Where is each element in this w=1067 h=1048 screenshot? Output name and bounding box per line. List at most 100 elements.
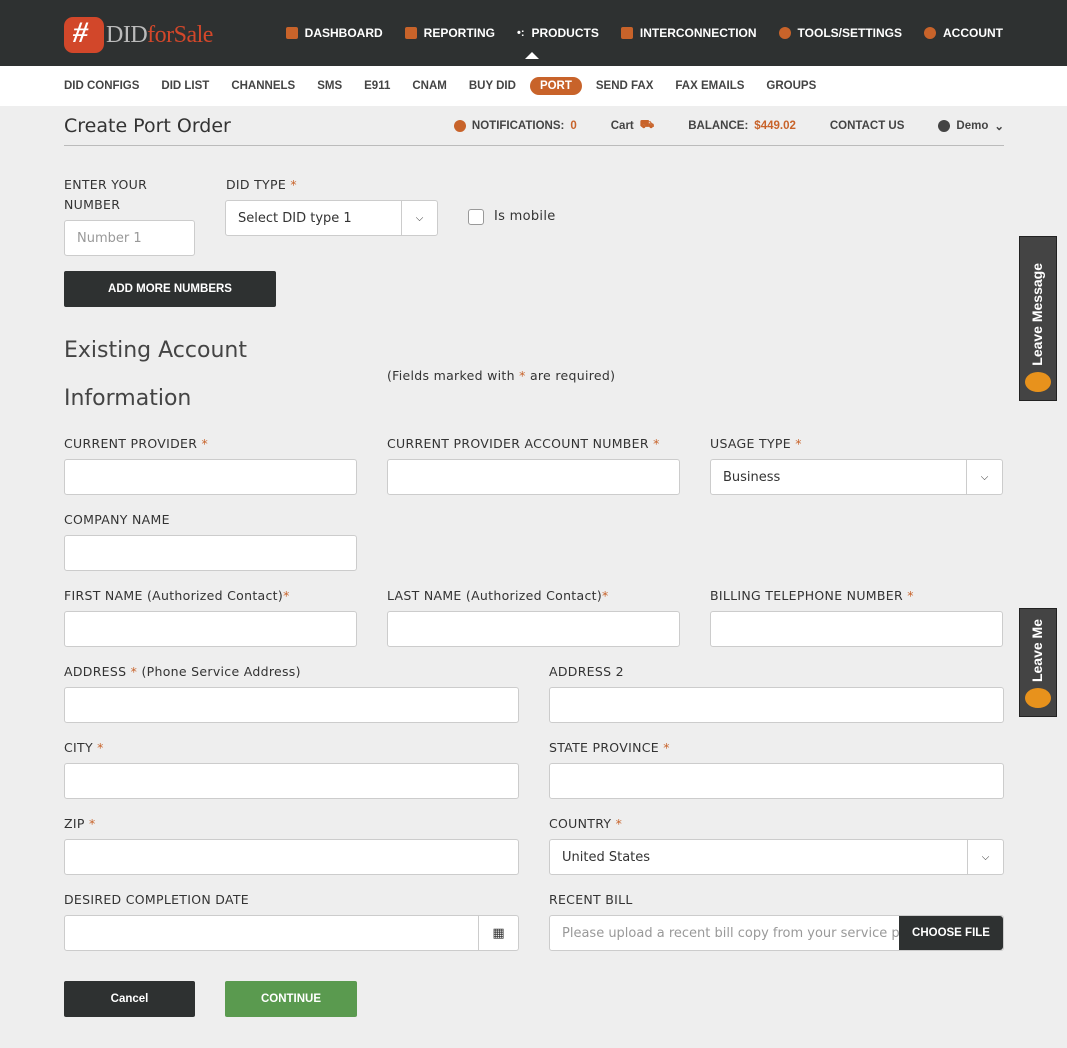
cart-link[interactable]: Cart ⛟ bbox=[611, 118, 654, 133]
dots-icon: •: bbox=[517, 27, 525, 39]
subnav-groups[interactable]: GROUPS bbox=[766, 77, 816, 95]
nav-label: TOOLS/SETTINGS bbox=[797, 26, 902, 40]
city-input[interactable] bbox=[64, 763, 519, 799]
zip-label: ZIP * bbox=[64, 816, 96, 831]
user-name: Demo bbox=[956, 119, 989, 132]
recent-bill-file-input[interactable]: Please upload a recent bill copy from yo… bbox=[549, 915, 1004, 951]
account-number-input[interactable] bbox=[387, 459, 680, 495]
first-name-label: FIRST NAME (Authorized Contact)* bbox=[64, 588, 290, 603]
nav-label: ACCOUNT bbox=[943, 26, 1003, 40]
chevron-down-icon: ⌵ bbox=[401, 201, 437, 235]
nav-tools-settings[interactable]: TOOLS/SETTINGS bbox=[778, 26, 902, 40]
section-heading: Information bbox=[64, 386, 192, 411]
chevron-down-icon: ⌵ bbox=[967, 840, 1003, 874]
company-name-label: COMPANY NAME bbox=[64, 512, 170, 527]
nav-account[interactable]: ACCOUNT bbox=[924, 26, 1003, 40]
account-number-label: CURRENT PROVIDER ACCOUNT NUMBER * bbox=[387, 436, 660, 451]
logo[interactable]: DIDforSale bbox=[64, 17, 213, 53]
subnav-sms[interactable]: SMS bbox=[317, 77, 342, 95]
nav-label: REPORTING bbox=[423, 26, 495, 40]
recent-bill-label: RECENT BILL bbox=[549, 892, 633, 907]
logo-text: forSale bbox=[147, 21, 213, 48]
subnav-channels[interactable]: CHANNELS bbox=[231, 77, 295, 95]
balance: BALANCE: $449.02 bbox=[688, 120, 796, 132]
billing-tn-label: BILLING TELEPHONE NUMBER * bbox=[710, 588, 914, 603]
sub-nav: DID CONFIGS DID LIST CHANNELS SMS E911 C… bbox=[0, 66, 1067, 106]
nav-interconnection[interactable]: INTERCONNECTION bbox=[620, 26, 757, 40]
info-icon bbox=[453, 119, 466, 132]
usage-type-select[interactable]: Business ⌵ bbox=[710, 459, 1003, 495]
logo-text: DID bbox=[106, 21, 148, 48]
is-mobile-checkbox[interactable] bbox=[468, 209, 484, 225]
current-provider-label: CURRENT PROVIDER * bbox=[64, 436, 209, 451]
nav-products[interactable]: •: PRODUCTS bbox=[517, 26, 599, 59]
gear-icon bbox=[778, 27, 791, 39]
first-name-input[interactable] bbox=[64, 611, 357, 647]
number-input[interactable]: Number 1 bbox=[64, 220, 195, 256]
user-icon bbox=[938, 119, 951, 132]
required-note: (Fields marked with * are required) bbox=[387, 368, 616, 383]
chat-bubble-icon bbox=[1025, 688, 1051, 708]
usage-type-label: USAGE TYPE * bbox=[710, 436, 802, 451]
completion-date-input[interactable]: ▦ bbox=[64, 915, 519, 951]
subnav-buy-did[interactable]: BUY DID bbox=[469, 77, 516, 95]
balance-label: BALANCE: bbox=[688, 119, 749, 132]
did-type-select[interactable]: Select DID type 1 ⌵ bbox=[225, 200, 438, 236]
company-name-input[interactable] bbox=[64, 535, 357, 571]
address-input[interactable] bbox=[64, 687, 519, 723]
notifications-label: NOTIFICATIONS: bbox=[471, 119, 565, 132]
did-type-label: DID TYPE * bbox=[226, 177, 297, 192]
enter-number-label: ENTER YOUR NUMBER bbox=[64, 177, 148, 212]
chevron-down-icon: ⌵ bbox=[966, 460, 1002, 494]
subnav-port[interactable]: PORT bbox=[529, 77, 582, 95]
billing-tn-input[interactable] bbox=[710, 611, 1003, 647]
choose-file-button[interactable]: CHOOSE FILE bbox=[899, 916, 1003, 950]
cancel-button[interactable]: Cancel bbox=[64, 981, 195, 1017]
nav-dashboard[interactable]: DASHBOARD bbox=[285, 26, 383, 40]
top-header: DIDforSale DASHBOARD REPORTING •: PRODUCT… bbox=[0, 0, 1067, 66]
current-provider-input[interactable] bbox=[64, 459, 357, 495]
last-name-label: LAST NAME (Authorized Contact)* bbox=[387, 588, 609, 603]
chevron-down-icon: ⌄ bbox=[994, 120, 1004, 133]
country-label: COUNTRY * bbox=[549, 816, 623, 831]
country-select[interactable]: United States ⌵ bbox=[549, 839, 1004, 875]
subnav-cnam[interactable]: CNAM bbox=[412, 77, 447, 95]
page-title: Create Port Order bbox=[64, 114, 231, 137]
city-label: CITY * bbox=[64, 740, 104, 755]
state-label: STATE PROVINCE * bbox=[549, 740, 670, 755]
subnav-e911[interactable]: E911 bbox=[364, 77, 390, 95]
nav-label: DASHBOARD bbox=[304, 26, 383, 40]
continue-button[interactable]: CONTINUE bbox=[225, 981, 357, 1017]
contact-us-link[interactable]: CONTACT US bbox=[830, 120, 905, 132]
chart-icon bbox=[404, 27, 417, 39]
subnav-fax-emails[interactable]: FAX EMAILS bbox=[675, 77, 744, 95]
completion-date-label: DESIRED COMPLETION DATE bbox=[64, 892, 249, 907]
section-heading: Existing Account bbox=[64, 338, 247, 363]
zip-input[interactable] bbox=[64, 839, 519, 875]
dashboard-icon bbox=[285, 27, 298, 39]
interconnection-icon bbox=[620, 27, 633, 39]
is-mobile-label: Is mobile bbox=[494, 209, 556, 224]
subnav-did-configs[interactable]: DID CONFIGS bbox=[64, 77, 139, 95]
leave-message-widget[interactable]: Leave Message bbox=[1019, 236, 1057, 401]
address2-input[interactable] bbox=[549, 687, 1004, 723]
nav-reporting[interactable]: REPORTING bbox=[404, 26, 495, 40]
notifications[interactable]: NOTIFICATIONS: 0 bbox=[453, 119, 577, 132]
logo-mark-icon bbox=[64, 17, 104, 53]
subnav-send-fax[interactable]: SEND FAX bbox=[596, 77, 654, 95]
balance-value: $449.02 bbox=[754, 119, 796, 132]
state-input[interactable] bbox=[549, 763, 1004, 799]
last-name-input[interactable] bbox=[387, 611, 680, 647]
calendar-icon[interactable]: ▦ bbox=[478, 916, 518, 950]
main-nav: DASHBOARD REPORTING •: PRODUCTS INTERCONN… bbox=[285, 0, 1003, 66]
user-icon bbox=[924, 27, 936, 39]
chat-bubble-icon bbox=[1025, 372, 1051, 392]
subnav-did-list[interactable]: DID LIST bbox=[161, 77, 209, 95]
address2-label: ADDRESS 2 bbox=[549, 664, 624, 679]
nav-label: PRODUCTS bbox=[531, 26, 599, 40]
notifications-count: 0 bbox=[570, 119, 577, 132]
user-menu[interactable]: Demo ⌄ bbox=[938, 119, 1004, 133]
leave-message-widget[interactable]: Leave Me bbox=[1019, 608, 1057, 717]
add-more-numbers-button[interactable]: ADD MORE NUMBERS bbox=[64, 271, 276, 307]
cart-icon: ⛟ bbox=[639, 119, 655, 131]
